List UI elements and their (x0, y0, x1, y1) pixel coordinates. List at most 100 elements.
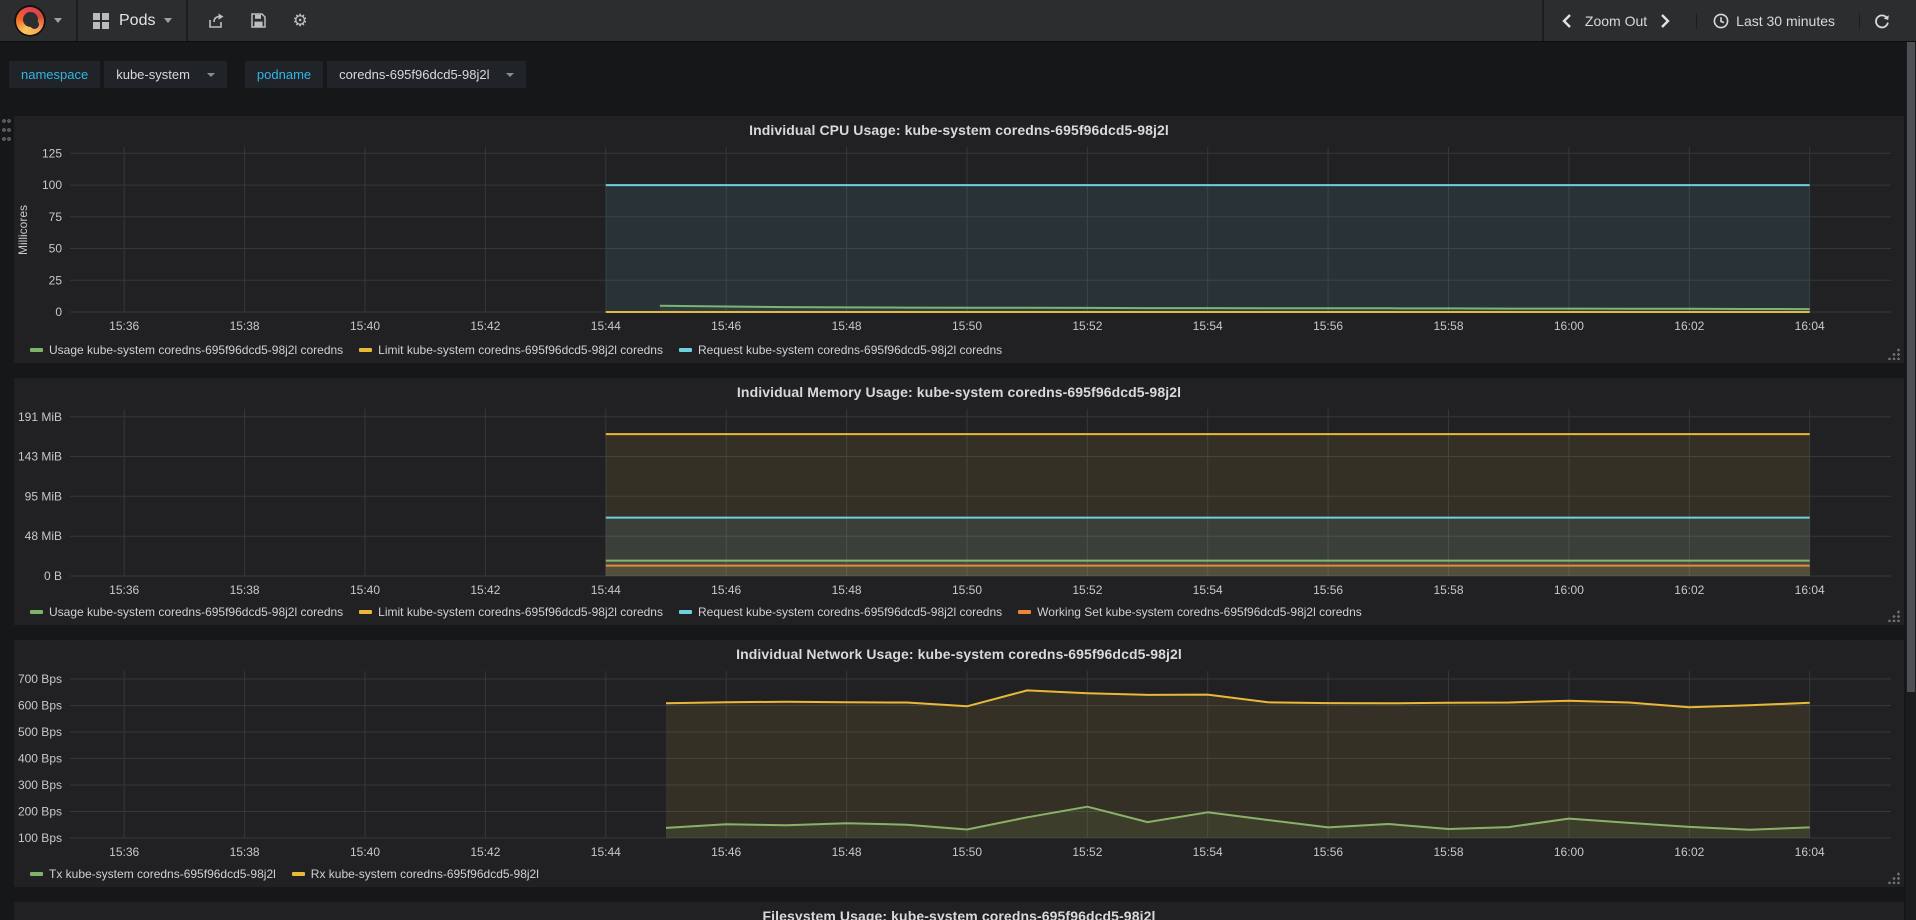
legend-series-color-icon (30, 872, 43, 876)
svg-text:191 MiB: 191 MiB (18, 410, 62, 424)
svg-text:16:04: 16:04 (1795, 845, 1825, 859)
network-chart[interactable]: 100 Bps 200 Bps 300 Bps 400 Bps 500 Bps 600 B… (14, 668, 1904, 865)
legend-series-label: Usage kube-system coredns-695f96dcd5-98j… (49, 605, 344, 619)
panel-title[interactable]: Individual Network Usage: kube-system co… (14, 642, 1904, 668)
save-button[interactable] (251, 13, 267, 28)
y-axis-label: Millicores (16, 205, 30, 255)
svg-text:16:02: 16:02 (1674, 319, 1704, 333)
legend-item[interactable]: Usage kube-system coredns-695f96dcd5-98j… (30, 605, 343, 619)
variable-podname-value-dropdown[interactable]: coredns-695f96dcd5-98j2l (327, 61, 527, 88)
svg-text:15:42: 15:42 (470, 319, 500, 333)
legend-item[interactable]: Usage kube-system coredns-695f96dcd5-98j… (30, 343, 343, 357)
panel-title[interactable]: Filesystem Usage: kube-system coredns-69… (14, 904, 1904, 920)
variable-namespace-label: namespace (9, 61, 101, 88)
svg-text:700 Bps: 700 Bps (18, 672, 62, 686)
svg-text:15:40: 15:40 (350, 319, 380, 333)
legend-series-label: Limit kube-system coredns-695f96dcd5-98j… (378, 605, 663, 619)
svg-text:15:42: 15:42 (470, 845, 500, 859)
legend-series-color-icon (678, 610, 692, 614)
svg-text:125: 125 (42, 146, 62, 160)
time-range-label: Last 30 minutes (1736, 12, 1835, 29)
cpu-chart[interactable]: 0 25 50 75 100 125 15:36 15:38 15:40 15:42 15:44 15… (14, 144, 1904, 341)
chart-plot-area[interactable]: 0 25 50 75 100 125 15:36 15:38 15:40 15:42 15:44 15… (14, 144, 1904, 336)
panel-title[interactable]: Individual CPU Usage: kube-system coredn… (14, 118, 1904, 144)
svg-text:400 Bps: 400 Bps (18, 752, 62, 766)
chart-plot-area[interactable]: 0 B 48 MiB 95 MiB 143 MiB 191 MiB 15:36 15:38 1… (14, 406, 1904, 598)
share-button[interactable] (208, 13, 225, 29)
memory-chart-legend: Usage kube-system coredns-695f96dcd5-98j… (14, 603, 1904, 625)
chart-plot-area[interactable]: 100 Bps 200 Bps 300 Bps 400 Bps 500 Bps 600 B… (14, 668, 1904, 860)
grafana-menu[interactable] (0, 0, 78, 41)
legend-item[interactable]: Limit kube-system coredns-695f96dcd5-98j… (359, 605, 663, 619)
svg-text:15:44: 15:44 (591, 319, 621, 333)
svg-text:600 Bps: 600 Bps (18, 699, 62, 713)
svg-text:48 MiB: 48 MiB (25, 529, 62, 543)
page-scrollbar-thumb[interactable] (1907, 2, 1915, 692)
svg-text:15:52: 15:52 (1072, 583, 1102, 597)
svg-text:16:00: 16:00 (1554, 583, 1584, 597)
legend-item[interactable]: Rx kube-system coredns-695f96dcd5-98j2l (291, 867, 539, 881)
svg-text:15:40: 15:40 (350, 583, 380, 597)
legend-series-label: Working Set kube-system coredns-695f96dc… (1037, 605, 1362, 619)
svg-text:15:54: 15:54 (1193, 319, 1223, 333)
svg-text:100 Bps: 100 Bps (18, 831, 62, 845)
time-shift-forward-button[interactable] (1661, 13, 1670, 28)
chevron-down-icon (164, 18, 173, 23)
svg-text:16:04: 16:04 (1795, 583, 1825, 597)
time-range-picker[interactable]: Last 30 minutes (1696, 12, 1835, 29)
variable-namespace-value-dropdown[interactable]: kube-system (104, 61, 227, 88)
panel-resize-handle[interactable] (1888, 610, 1900, 622)
svg-text:0: 0 (55, 305, 62, 319)
panel-title[interactable]: Individual Memory Usage: kube-system cor… (14, 380, 1904, 406)
panel-resize-handle[interactable] (1888, 348, 1900, 360)
memory-chart[interactable]: 0 B 48 MiB 95 MiB 143 MiB 191 MiB 15:36 15:38 1… (14, 406, 1904, 603)
time-controls: Zoom Out Last 30 minutes (1541, 0, 1906, 41)
settings-button[interactable]: ⚙ (292, 12, 307, 29)
legend-series-color-icon (359, 610, 373, 614)
dashboard-picker[interactable]: Pods (78, 0, 189, 41)
variable-podname-label: podname (244, 61, 324, 88)
svg-text:15:40: 15:40 (350, 845, 380, 859)
svg-text:15:46: 15:46 (711, 319, 741, 333)
time-shift-back-button[interactable] (1562, 13, 1571, 28)
page-scrollbar[interactable] (1906, 0, 1916, 920)
chevron-left-icon (1562, 13, 1571, 28)
svg-text:15:50: 15:50 (952, 845, 982, 859)
svg-text:15:38: 15:38 (230, 845, 260, 859)
svg-text:15:50: 15:50 (952, 583, 982, 597)
save-icon (251, 13, 267, 28)
svg-text:15:52: 15:52 (1072, 845, 1102, 859)
refresh-button[interactable] (1874, 13, 1890, 29)
legend-item[interactable]: Request kube-system coredns-695f96dcd5-9… (678, 343, 1003, 357)
legend-item[interactable]: Request kube-system coredns-695f96dcd5-9… (678, 605, 1002, 619)
svg-text:100: 100 (42, 178, 62, 192)
svg-text:15:58: 15:58 (1433, 845, 1463, 859)
svg-text:15:42: 15:42 (470, 583, 500, 597)
share-icon (209, 13, 224, 28)
zoom-out-button[interactable]: Zoom Out (1585, 13, 1647, 29)
cpu-chart-legend: Usage kube-system coredns-695f96dcd5-98j… (14, 341, 1904, 363)
chevron-right-icon (1661, 13, 1670, 28)
chevron-down-icon (506, 72, 515, 77)
row-drag-handle[interactable] (2, 118, 11, 142)
legend-item[interactable]: Limit kube-system coredns-695f96dcd5-98j… (359, 343, 663, 357)
legend-item[interactable]: Working Set kube-system coredns-695f96dc… (1018, 605, 1362, 619)
template-variables-row: namespace kube-system podname coredns-69… (0, 42, 1916, 116)
panel-resize-handle[interactable] (1888, 872, 1900, 884)
svg-text:15:46: 15:46 (711, 845, 741, 859)
panel-individual-cpu-usage: Individual CPU Usage: kube-system coredn… (14, 116, 1904, 363)
legend-series-color-icon (678, 348, 692, 352)
svg-text:16:02: 16:02 (1674, 583, 1704, 597)
svg-text:16:04: 16:04 (1795, 319, 1825, 333)
legend-series-color-icon (30, 348, 43, 352)
svg-text:200 Bps: 200 Bps (18, 805, 62, 819)
navbar-spacer (328, 0, 1542, 41)
grafana-logo-icon (14, 4, 46, 37)
svg-text:500 Bps: 500 Bps (18, 725, 62, 739)
legend-series-label: Request kube-system coredns-695f96dcd5-9… (697, 343, 1003, 357)
svg-text:15:48: 15:48 (832, 583, 862, 597)
variable-podname-value: coredns-695f96dcd5-98j2l (339, 67, 490, 82)
legend-item[interactable]: Tx kube-system coredns-695f96dcd5-98j2l (30, 867, 276, 881)
variable-namespace-value: kube-system (116, 67, 190, 82)
svg-text:0 B: 0 B (44, 569, 62, 583)
